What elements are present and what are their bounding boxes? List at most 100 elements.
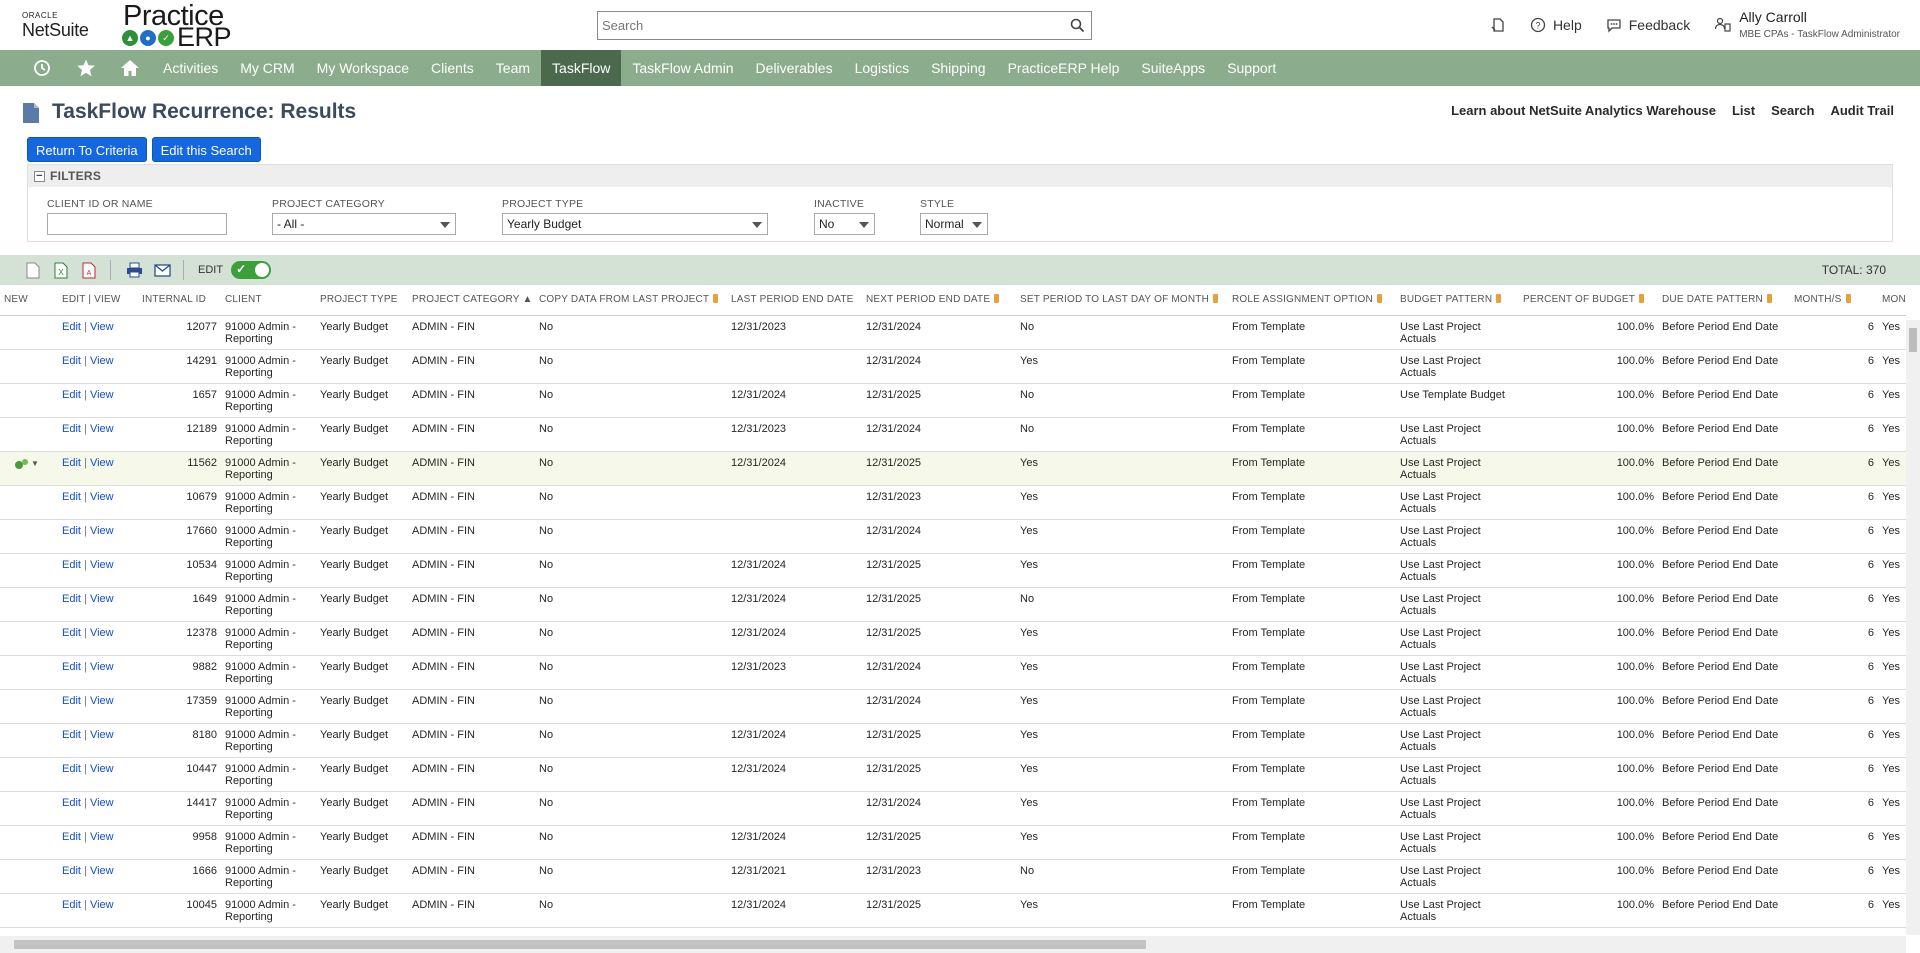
print-icon[interactable]: [125, 261, 143, 279]
edit-link[interactable]: Edit: [62, 389, 81, 401]
column-header[interactable]: MONTH: [1878, 285, 1906, 316]
nav-suiteapps[interactable]: SuiteApps: [1130, 50, 1216, 86]
email-icon[interactable]: [153, 261, 171, 279]
nav-activities[interactable]: Activities: [152, 50, 229, 86]
nav-favorites-button[interactable]: [64, 50, 108, 86]
column-header[interactable]: PROJECT TYPE: [316, 285, 408, 316]
export-pdf-icon[interactable]: A: [80, 261, 98, 279]
view-link[interactable]: View: [90, 899, 114, 911]
column-header[interactable]: SET PERIOD TO LAST DAY OF MONTH: [1016, 285, 1228, 316]
view-link[interactable]: View: [90, 559, 114, 571]
table-row[interactable]: Edit | View 8180 91000 Admin - Reporting Ye…: [0, 723, 1906, 758]
column-header[interactable]: EDIT | VIEW: [58, 285, 138, 316]
analytics-warehouse-link[interactable]: Learn about NetSuite Analytics Warehouse: [1451, 103, 1716, 118]
column-header[interactable]: PERCENT OF BUDGET: [1519, 285, 1658, 316]
nav-taskflow-admin[interactable]: TaskFlow Admin: [621, 50, 744, 86]
table-row[interactable]: Edit | View 17359 91000 Admin - Reporting Y…: [0, 689, 1906, 724]
vertical-scrollbar[interactable]: [1906, 320, 1920, 935]
view-link[interactable]: View: [90, 695, 114, 707]
view-link[interactable]: View: [90, 491, 114, 503]
view-link[interactable]: View: [90, 797, 114, 809]
edit-link[interactable]: Edit: [62, 797, 81, 809]
table-row[interactable]: Edit | View 10679 91000 Admin - Reporting Y…: [0, 485, 1906, 520]
scrollbar-thumb[interactable]: [14, 940, 1146, 949]
nav-home-button[interactable]: [108, 50, 152, 86]
help-button[interactable]: ? Help: [1530, 17, 1582, 33]
view-link[interactable]: View: [90, 525, 114, 537]
edit-link[interactable]: Edit: [62, 593, 81, 605]
column-header[interactable]: NEXT PERIOD END DATE: [862, 285, 1016, 316]
table-row[interactable]: Edit | View 10534 91000 Admin - Reporting Y…: [0, 553, 1906, 588]
edit-link[interactable]: Edit: [62, 559, 81, 571]
view-link[interactable]: View: [90, 355, 114, 367]
category-filter-select[interactable]: - All -: [272, 213, 456, 235]
table-row[interactable]: Edit | View 10045 91000 Admin - Reporting Y…: [0, 893, 1906, 928]
horizontal-scrollbar[interactable]: [0, 936, 1906, 953]
edit-link[interactable]: Edit: [62, 865, 81, 877]
nav-clients[interactable]: Clients: [420, 50, 485, 86]
user-menu[interactable]: Ally Carroll MBE CPAs - TaskFlow Adminis…: [1714, 9, 1900, 40]
table-row[interactable]: Edit | View 12077 91000 Admin - Reporting Y…: [0, 315, 1906, 350]
row-actions-menu[interactable]: ▼: [4, 457, 54, 471]
table-row[interactable]: Edit | View 14417 91000 Admin - Reporting Y…: [0, 791, 1906, 826]
view-link[interactable]: View: [90, 831, 114, 843]
inactive-filter-select[interactable]: No: [814, 213, 875, 235]
practice-erp-logo[interactable]: Practice ▲ ● ✓ ERP: [122, 0, 242, 52]
recent-records-button[interactable]: [1490, 17, 1506, 33]
column-header[interactable]: DUE DATE PATTERN: [1658, 285, 1790, 316]
nav-support[interactable]: Support: [1216, 50, 1287, 86]
view-link[interactable]: View: [90, 763, 114, 775]
edit-link[interactable]: Edit: [62, 627, 81, 639]
column-header[interactable]: PROJECT CATEGORY ▲: [408, 285, 535, 316]
export-excel-icon[interactable]: X: [52, 261, 70, 279]
column-header[interactable]: INTERNAL ID: [138, 285, 221, 316]
view-link[interactable]: View: [90, 321, 114, 333]
nav-deliverables[interactable]: Deliverables: [745, 50, 844, 86]
table-row[interactable]: Edit | View 1649 91000 Admin - Reporting Ye…: [0, 587, 1906, 622]
table-row[interactable]: Edit | View 17660 91000 Admin - Reporting Y…: [0, 519, 1906, 554]
edit-link[interactable]: Edit: [62, 423, 81, 435]
search-link[interactable]: Search: [1771, 103, 1814, 118]
column-header[interactable]: COPY DATA FROM LAST PROJECT: [535, 285, 727, 316]
nav-recent-button[interactable]: [20, 50, 64, 86]
edit-link[interactable]: Edit: [62, 491, 81, 503]
audit-trail-link[interactable]: Audit Trail: [1830, 103, 1894, 118]
edit-link[interactable]: Edit: [62, 729, 81, 741]
collapse-icon[interactable]: −: [34, 170, 45, 182]
edit-link[interactable]: Edit: [62, 321, 81, 333]
edit-link[interactable]: Edit: [62, 661, 81, 673]
view-link[interactable]: View: [90, 457, 114, 469]
table-row[interactable]: Edit | View 14291 91000 Admin - Reporting Y…: [0, 349, 1906, 384]
table-row[interactable]: Edit | View 10447 91000 Admin - Reporting Y…: [0, 757, 1906, 792]
table-row[interactable]: Edit | View 1657 91000 Admin - Reporting Ye…: [0, 383, 1906, 418]
return-to-criteria-button[interactable]: Return To Criteria: [27, 137, 147, 162]
column-header[interactable]: LAST PERIOD END DATE: [727, 285, 862, 316]
column-header[interactable]: CLIENT: [221, 285, 316, 316]
table-row[interactable]: ▼ Edit | View 11562 91000 Admin - Reporting…: [0, 451, 1906, 486]
view-link[interactable]: View: [90, 423, 114, 435]
nav-practiceerp-help[interactable]: PracticeERP Help: [997, 50, 1131, 86]
nav-logistics[interactable]: Logistics: [844, 50, 920, 86]
netsuite-logo[interactable]: ORACLE NetSuite: [22, 12, 89, 40]
edit-link[interactable]: Edit: [62, 695, 81, 707]
nav-team[interactable]: Team: [485, 50, 541, 86]
scrollbar-thumb[interactable]: [1909, 328, 1917, 352]
edit-link[interactable]: Edit: [62, 355, 81, 367]
type-filter-select[interactable]: Yearly Budget: [502, 213, 768, 235]
table-row[interactable]: Edit | View 9958 91000 Admin - Reporting Ye…: [0, 825, 1906, 860]
nav-my-workspace[interactable]: My Workspace: [306, 50, 420, 86]
column-header[interactable]: BUDGET PATTERN: [1396, 285, 1519, 316]
edit-search-button[interactable]: Edit this Search: [151, 137, 261, 162]
nav-shipping[interactable]: Shipping: [920, 50, 997, 86]
nav-my-crm[interactable]: My CRM: [229, 50, 305, 86]
edit-link[interactable]: Edit: [62, 899, 81, 911]
table-row[interactable]: Edit | View 1666 91000 Admin - Reporting Ye…: [0, 859, 1906, 894]
table-row[interactable]: Edit | View 12189 91000 Admin - Reporting Y…: [0, 417, 1906, 452]
view-link[interactable]: View: [90, 865, 114, 877]
feedback-button[interactable]: Feedback: [1606, 17, 1690, 33]
table-row[interactable]: Edit | View 12378 91000 Admin - Reporting Y…: [0, 621, 1906, 656]
view-link[interactable]: View: [90, 593, 114, 605]
export-csv-icon[interactable]: [24, 261, 42, 279]
column-header[interactable]: ROLE ASSIGNMENT OPTION: [1228, 285, 1396, 316]
edit-link[interactable]: Edit: [62, 763, 81, 775]
